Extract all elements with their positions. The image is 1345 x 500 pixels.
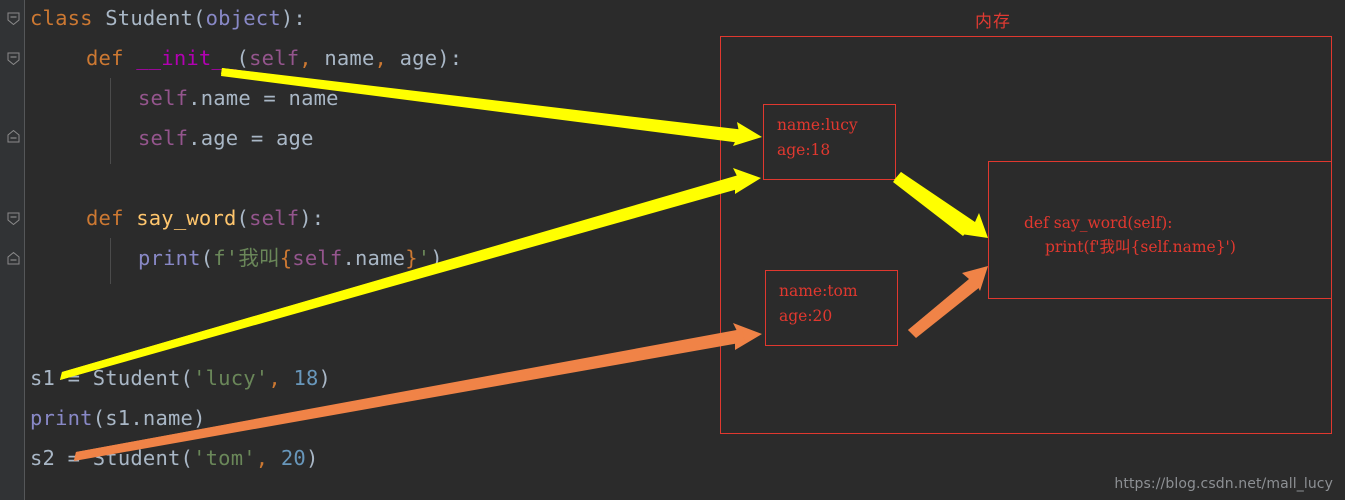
- token-paren-open: (: [200, 246, 214, 270]
- object-lucy-name: name:lucy: [777, 116, 858, 134]
- token-paren-open: (: [193, 6, 206, 30]
- token-class-name: Student: [105, 6, 194, 30]
- watermark-url: https://blog.csdn.net/mall_lucy: [1114, 476, 1333, 492]
- token-self: self: [292, 246, 343, 270]
- token-equals: =: [55, 446, 93, 470]
- object-tom-name: name:tom: [779, 282, 858, 300]
- token-paren-close-colon: ):: [280, 6, 306, 30]
- token-param-age: age: [399, 46, 438, 70]
- editor-gutter: [0, 0, 24, 500]
- token-equals: =: [238, 126, 276, 150]
- memory-diagram-title: 内存: [975, 12, 1011, 32]
- token-class-name: Student: [92, 366, 181, 390]
- object-tom-age: age:20: [779, 307, 833, 325]
- token-paren-open: (: [236, 46, 250, 70]
- token-func-say-word: say_word: [136, 206, 237, 230]
- token-string-tom: 'tom': [193, 446, 256, 470]
- token-paren-open: (: [236, 206, 250, 230]
- token-brace-close: }: [405, 246, 418, 270]
- token-number-20: 20: [280, 446, 306, 470]
- token-comma: ,: [374, 46, 388, 70]
- method-box-code: def say_word(self): print(f'我叫{self.name}…: [1024, 211, 1236, 259]
- code-line-say-word-def[interactable]: def say_word(self):: [86, 206, 325, 230]
- token-keyword-def: def: [86, 46, 124, 70]
- fold-minus-icon[interactable]: [7, 12, 20, 25]
- token-attr-age: .age: [188, 126, 239, 150]
- token-var-s1: s1: [105, 406, 131, 430]
- token-keyword-class: class: [30, 6, 93, 30]
- token-attr-name: .name: [130, 406, 194, 430]
- token-paren-close-colon: ):: [299, 206, 325, 230]
- method-code-line2: print(f'我叫{self.name}'): [1045, 238, 1236, 256]
- indent-guide: [110, 78, 111, 164]
- token-var-s1: s1: [30, 366, 56, 390]
- token-attr-name: .name: [188, 86, 251, 110]
- token-attr-name: .name: [342, 246, 406, 270]
- token-paren-close: ): [193, 406, 206, 430]
- code-line-s2-assign[interactable]: s2 = Student('tom', 20): [30, 446, 319, 470]
- object-lucy-fields: name:lucy age:18: [777, 113, 858, 163]
- token-self: self: [138, 126, 189, 150]
- token-number-18: 18: [293, 366, 319, 390]
- token-func-print: print: [138, 246, 201, 270]
- token-self: self: [138, 86, 189, 110]
- token-paren-close: ): [318, 366, 332, 390]
- token-self: self: [249, 46, 300, 70]
- token-equals: =: [250, 86, 289, 110]
- token-paren-close: ): [305, 446, 319, 470]
- fold-minus-icon[interactable]: [7, 130, 20, 143]
- fold-minus-icon[interactable]: [7, 212, 20, 225]
- indent-guide: [110, 238, 111, 284]
- object-lucy-age: age:18: [777, 141, 831, 159]
- token-paren-open: (: [180, 446, 194, 470]
- code-line-assign-age[interactable]: self.age = age: [138, 126, 314, 150]
- code-line-assign-name[interactable]: self.name = name: [138, 86, 339, 110]
- token-paren-close-colon: ):: [437, 46, 463, 70]
- fold-minus-icon[interactable]: [7, 252, 20, 265]
- gutter-divider: [24, 0, 25, 500]
- code-line-init-def[interactable]: def __init__(self, name, age):: [86, 46, 463, 70]
- token-var-s2: s2: [30, 446, 56, 470]
- screenshot-root: class Student(object): def __init__(self…: [0, 0, 1345, 500]
- object-tom-fields: name:tom age:20: [779, 279, 858, 329]
- code-line-print-s1-name[interactable]: print(s1.name): [30, 406, 206, 430]
- token-comma: ,: [255, 446, 269, 470]
- token-fstring-suffix: ': [417, 246, 431, 270]
- token-param-name: name: [288, 86, 339, 110]
- token-self: self: [249, 206, 300, 230]
- token-builtin-object: object: [205, 6, 281, 30]
- method-code-line1: def say_word(self):: [1024, 214, 1173, 232]
- token-class-name: Student: [92, 446, 181, 470]
- code-line-print-fstring[interactable]: print(f'我叫{self.name}'): [138, 246, 443, 270]
- token-param-name: name: [324, 46, 375, 70]
- token-param-age: age: [275, 126, 314, 150]
- token-string-lucy: 'lucy': [193, 366, 269, 390]
- token-comma: ,: [299, 46, 312, 70]
- fold-minus-icon[interactable]: [7, 52, 20, 65]
- token-fstring-prefix: f'我叫: [213, 246, 280, 270]
- code-line-s1-assign[interactable]: s1 = Student('lucy', 18): [30, 366, 332, 390]
- token-brace-open: {: [279, 246, 293, 270]
- token-func-print: print: [30, 406, 93, 430]
- token-paren-open: (: [180, 366, 194, 390]
- token-keyword-def: def: [86, 206, 124, 230]
- code-editor-area[interactable]: class Student(object): def __init__(self…: [30, 0, 720, 500]
- token-comma: ,: [268, 366, 281, 390]
- token-magic-init: __init__: [136, 46, 237, 70]
- token-equals: =: [55, 366, 93, 390]
- token-paren-close: ): [430, 246, 443, 270]
- code-line-class-def[interactable]: class Student(object):: [30, 6, 306, 30]
- token-paren-open: (: [92, 406, 106, 430]
